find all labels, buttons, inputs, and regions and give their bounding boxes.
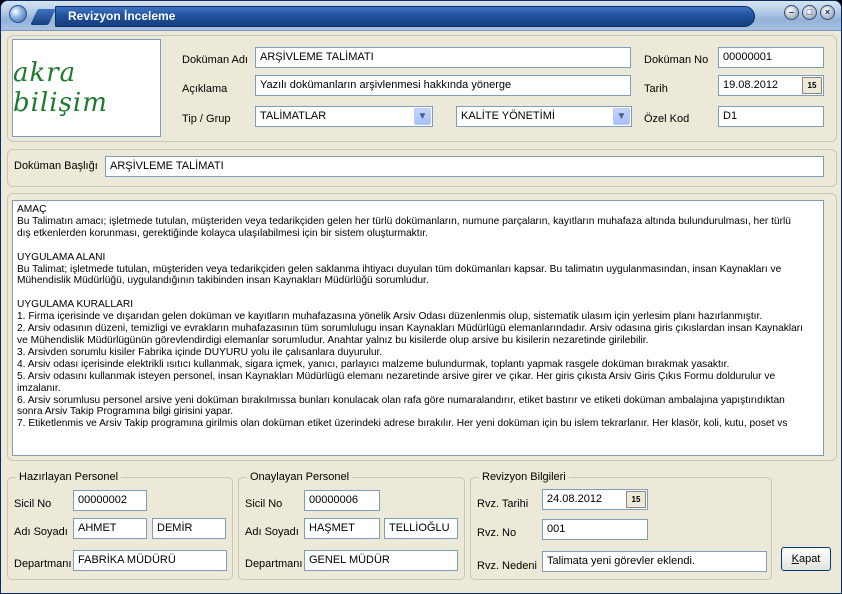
chevron-down-icon[interactable]: ▼ [414, 108, 431, 125]
calendar-icon[interactable]: 15 [626, 491, 646, 508]
close-button[interactable]: Kapat [781, 547, 831, 571]
preparer-last-name-field[interactable]: DEMİR [152, 518, 226, 539]
app-globe-icon[interactable] [9, 5, 27, 23]
memo-line: Bu Talimatın amacı; işletmede tutulan, m… [17, 215, 791, 227]
memo-line: 5. Arsiv odasını kullanmak isteyen perso… [17, 370, 776, 382]
memo-line: Bu Talimat; işletmede tutulan, müşteride… [17, 263, 782, 275]
memo-line: Mühendislik Müdürlüğü, uygulandığının ta… [17, 275, 429, 287]
memo-line: 7. Etiketlenmis ve Arsiv Takip programın… [17, 418, 788, 430]
revision-no-label: Rvz. No [477, 527, 517, 539]
date-label: Tarih [644, 83, 668, 95]
revision-date-label: Rvz. Tarihi [477, 498, 529, 510]
approver-dept-label: Departmanı [245, 558, 303, 570]
approver-dept-field[interactable]: GENEL MÜDÜR [304, 550, 458, 571]
revision-date-picker[interactable]: 24.08.2012 15 [542, 489, 648, 510]
group-select-value: KALİTE YÖNETİMİ [461, 110, 555, 122]
close-icon[interactable]: × [820, 5, 835, 20]
memo-line [17, 287, 819, 299]
memo-line: 4. Arsiv odası içerisinde elektrikli ısı… [17, 358, 730, 370]
memo-line: sonra Arsiv Takip Programına bilgi giris… [17, 406, 234, 418]
preparer-first-name-field[interactable]: AHMET [73, 518, 147, 539]
preparer-sicil-field[interactable]: 00000002 [73, 490, 147, 511]
maximize-icon[interactable]: □ [802, 5, 817, 20]
close-button-label: Kapat [791, 553, 821, 565]
preparer-group-title: Hazırlayan Personel [16, 471, 122, 483]
memo-line: ve Mühendislik Müdürlügünün görevlendird… [17, 334, 649, 346]
doc-name-label: Doküman Adı [182, 54, 249, 66]
doc-no-label: Doküman No [644, 54, 709, 66]
logo-text: akra bilişim [13, 58, 108, 118]
approver-sicil-label: Sicil No [245, 498, 283, 510]
company-logo: akra bilişim [12, 39, 161, 137]
calendar-icon[interactable]: 15 [802, 77, 822, 94]
approver-sicil-field[interactable]: 00000006 [304, 490, 380, 511]
doc-no-field[interactable]: 00000001 [718, 47, 824, 68]
special-code-label: Özel Kod [644, 113, 690, 125]
memo-line: imzalanır. [17, 382, 61, 394]
approver-group-title: Onaylayan Personel [247, 471, 353, 483]
type-select[interactable]: TALİMATLAR ▼ [255, 106, 433, 127]
revision-reason-field[interactable]: Talimata yeni görevler eklendi. [542, 551, 767, 572]
title-bar[interactable]: Revizyon İnceleme – □ × [1, 1, 841, 31]
revision-group-title: Revizyon Bilgileri [479, 471, 569, 483]
doc-name-field[interactable]: ARŞİVLEME TALİMATI [255, 47, 631, 68]
minimize-icon[interactable]: – [784, 5, 799, 20]
doc-title-field[interactable]: ARŞİVLEME TALİMATI [105, 156, 824, 177]
revision-reason-label: Rvz. Nedeni [477, 560, 537, 572]
memo-line: UYGULAMA KURALLARI [17, 299, 134, 311]
date-picker[interactable]: 19.08.2012 15 [718, 75, 824, 96]
description-label: Açıklama [182, 83, 228, 95]
memo-line [17, 240, 819, 252]
approver-last-name-field[interactable]: TELLİOĞLU [384, 518, 458, 539]
type-group-label: Tip / Grup [182, 113, 231, 125]
memo-line: 3. Arsivden sorumlu kisiler Fabrika için… [17, 346, 383, 358]
preparer-name-label: Adı Soyadı [14, 526, 68, 538]
revision-no-field[interactable]: 001 [542, 519, 648, 540]
description-field[interactable]: Yazılı dokümanların arşivlenmesi hakkınd… [255, 75, 631, 96]
revision-date-value: 24.08.2012 [547, 493, 603, 505]
revision-window: Revizyon İnceleme – □ × akra bilişim Dok… [0, 0, 842, 594]
approver-first-name-field[interactable]: HAŞMET [304, 518, 380, 539]
date-value: 19.08.2012 [723, 79, 779, 91]
chevron-down-icon[interactable]: ▼ [613, 108, 630, 125]
memo-line: AMAÇ [17, 204, 47, 215]
memo-line: 1. Firma içerisinde ve dışarıdan gelen d… [17, 311, 763, 323]
memo-line: 6. Arsiv sorumlusu personel arsive yeni … [17, 394, 785, 406]
special-code-field[interactable]: D1 [718, 106, 824, 127]
preparer-dept-label: Departmanı [14, 558, 72, 570]
preparer-dept-field[interactable]: FABRİKA MÜDÜRÜ [73, 550, 227, 571]
memo-line: dış etkenlerden korunması, gerektiğinde … [17, 227, 429, 239]
group-select[interactable]: KALİTE YÖNETİMİ ▼ [456, 106, 632, 127]
memo-line: UYGULAMA ALANI [17, 251, 106, 263]
approver-name-label: Adı Soyadı [245, 526, 299, 538]
type-select-value: TALİMATLAR [260, 110, 327, 122]
window-title: Revizyon İnceleme [55, 6, 755, 27]
doc-title-label: Doküman Başlığı [14, 160, 98, 172]
document-content-memo[interactable]: AMAÇ Bu Talimatın amacı; işletmede tutula… [12, 200, 824, 456]
preparer-sicil-label: Sicil No [14, 498, 52, 510]
memo-line: 2. Arsiv odasının düzeni, temizligi ve e… [17, 323, 803, 335]
